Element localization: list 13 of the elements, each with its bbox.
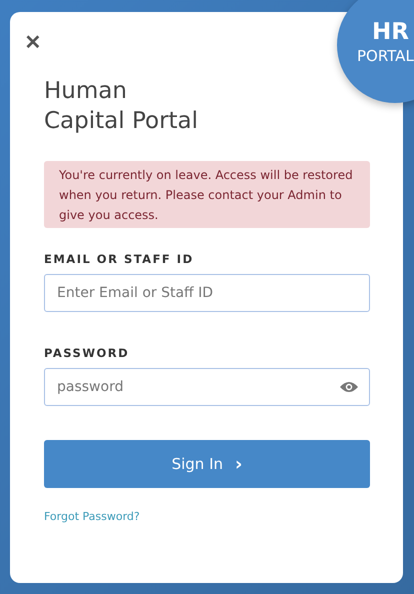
password-field[interactable]: password (44, 368, 370, 406)
email-field[interactable]: Enter Email or Staff ID (44, 274, 370, 312)
eye-icon[interactable] (340, 381, 358, 393)
badge-subtitle: PORTAL (357, 49, 414, 64)
sign-in-button[interactable]: Sign In › (44, 440, 370, 488)
close-button[interactable]: ✕ (22, 32, 44, 54)
field-label: EMAIL OR STAFF ID (44, 252, 194, 266)
forgot-password-link[interactable]: Forgot Password? (44, 510, 140, 523)
leave-alert: You're currently on leave. Access will be restored when you return. Please contact your Admin to give you access. (44, 161, 370, 228)
portal-title: Human (44, 77, 127, 106)
badge-title: HR (372, 21, 409, 44)
field-label: PASSWORD (44, 346, 130, 360)
portal-title: Capital Portal (44, 107, 198, 136)
